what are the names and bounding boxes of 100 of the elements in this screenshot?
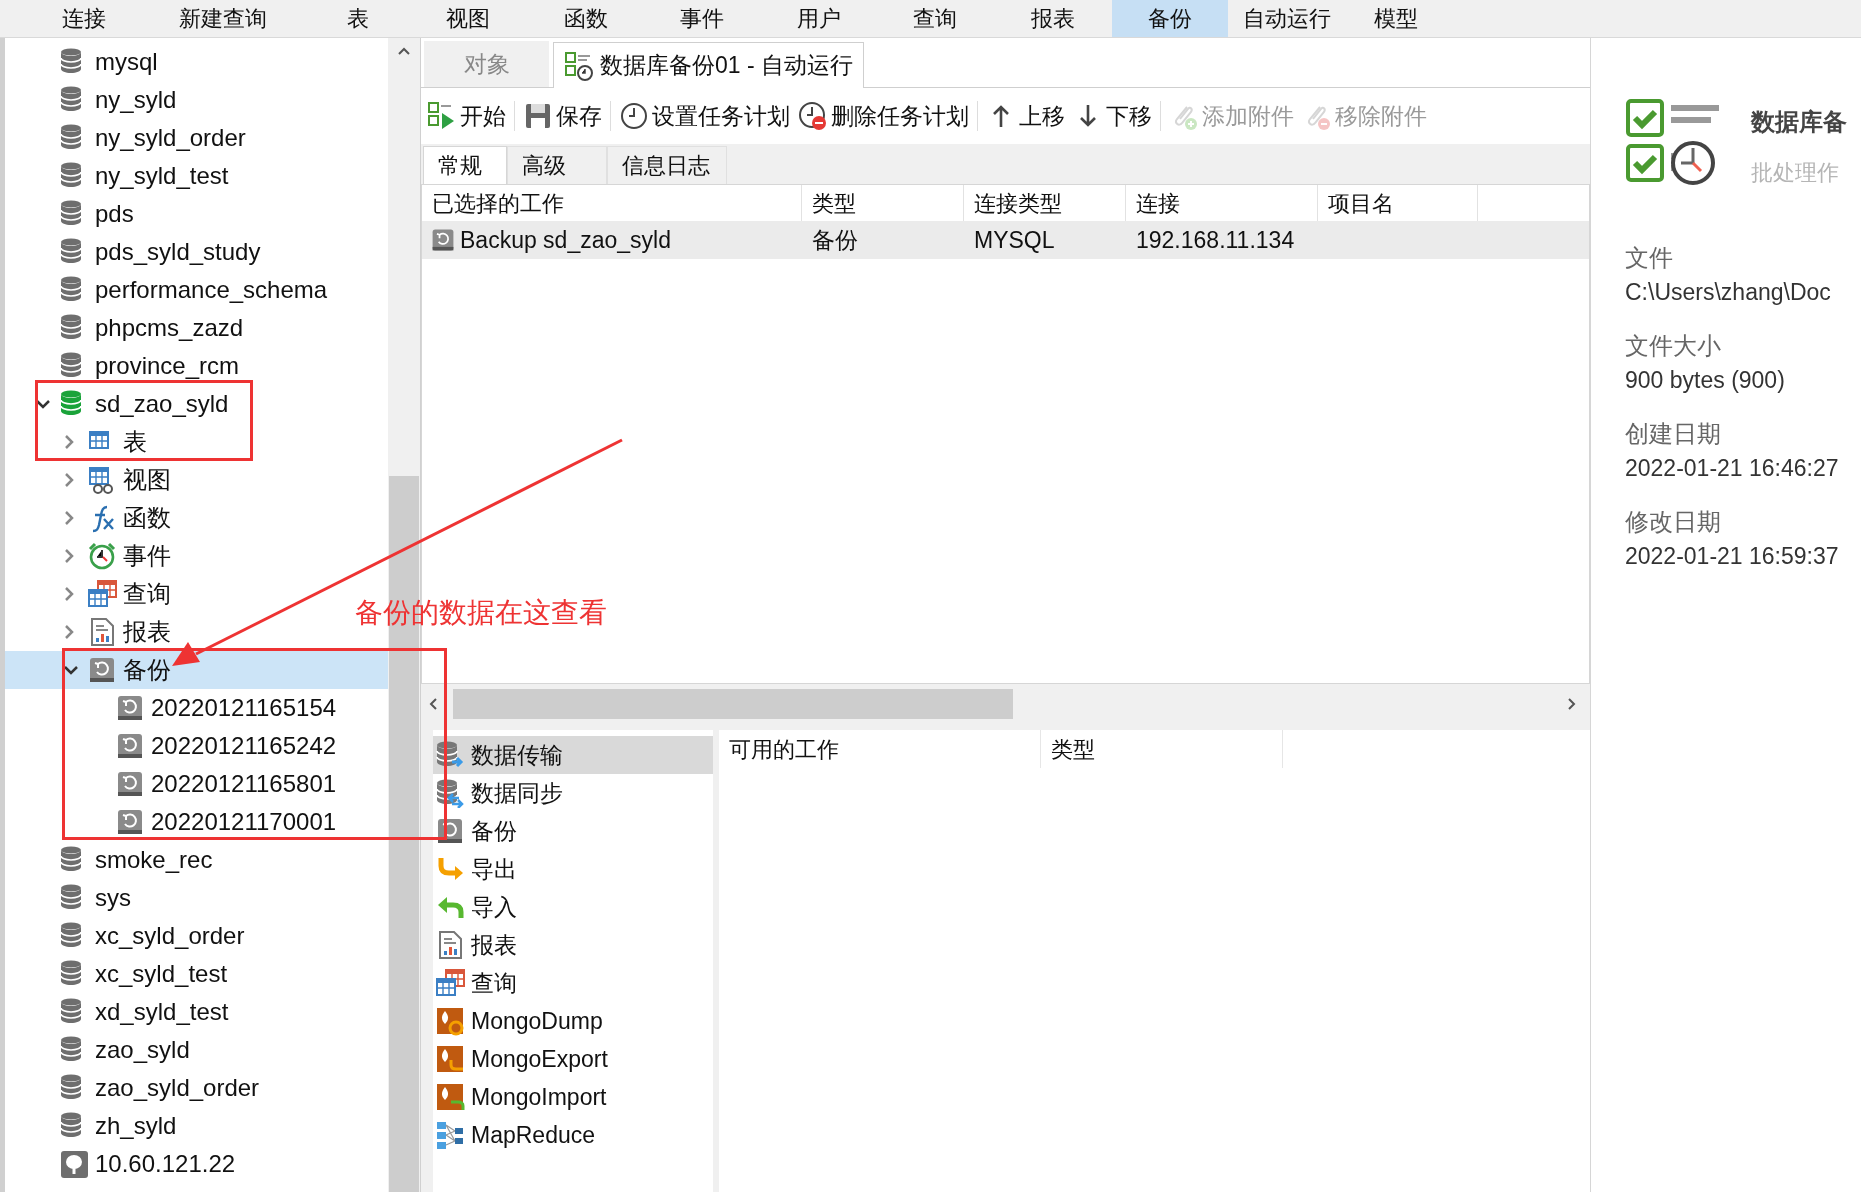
tree-item[interactable]: zh_syld — [5, 1107, 181, 1145]
tree-item[interactable]: 函数 — [5, 499, 175, 537]
tree-item[interactable]: 备份 — [5, 651, 388, 689]
clock-remove-icon — [798, 101, 828, 131]
toolbar-button[interactable]: 下移 — [1069, 94, 1156, 138]
tree-item[interactable]: smoke_rec — [5, 841, 217, 879]
chevron-right-icon[interactable] — [63, 586, 75, 602]
chevron-down-icon[interactable] — [63, 664, 79, 676]
toolbar-button[interactable]: 保存 — [519, 94, 606, 138]
list-item[interactable]: 导出 — [433, 850, 713, 888]
backup-icon — [115, 769, 145, 799]
tree-item[interactable]: pds_syld_study — [5, 233, 265, 271]
menu-item[interactable]: 自动运行 — [1228, 0, 1346, 37]
tree-item[interactable]: 报表 — [5, 613, 175, 651]
tree-item[interactable]: sd_zao_syld — [5, 385, 233, 423]
checklist-clock-icon — [564, 50, 594, 81]
clock-icon — [619, 101, 649, 131]
panel-subtitle: 批处理作 — [1751, 159, 1840, 187]
list-item[interactable]: 查询 — [433, 964, 713, 1002]
chevron-right-icon[interactable] — [63, 624, 75, 640]
menu-item[interactable]: 报表 — [994, 0, 1112, 37]
list-item[interactable]: 数据传输 — [433, 736, 713, 774]
menu-item[interactable]: 事件 — [643, 0, 761, 37]
tree-item[interactable]: xc_syld_test — [5, 955, 232, 993]
tree-item[interactable]: ny_syld_test — [5, 157, 233, 195]
tree-item[interactable]: mysql — [5, 43, 162, 81]
query-grid-icon — [87, 579, 117, 609]
scroll-left-icon[interactable] — [427, 696, 439, 712]
tab[interactable]: 数据库备份01 - 自动运行 — [553, 42, 865, 88]
menu-item[interactable]: 新建查询 — [138, 0, 308, 37]
list-item[interactable]: MongoExport — [433, 1040, 713, 1078]
tree-item[interactable]: xd_syld_test — [5, 993, 233, 1031]
list-item[interactable]: 数据同步 — [433, 774, 713, 812]
menu-item[interactable]: 用户 — [761, 0, 876, 37]
table-row[interactable]: Backup sd_zao_syld 备份 MYSQL 192.168.11.134 — [422, 221, 1589, 259]
tree-item[interactable]: ny_syld — [5, 81, 181, 119]
tab[interactable]: 常规 — [423, 146, 507, 184]
tree-item[interactable]: 20220121165801 — [5, 765, 341, 803]
backup-icon — [115, 731, 145, 761]
menu-item[interactable]: 视图 — [408, 0, 528, 37]
chevron-right-icon[interactable] — [63, 472, 75, 488]
list-item[interactable]: 备份 — [433, 812, 713, 850]
tree-item[interactable]: zao_syld — [5, 1031, 194, 1069]
menu-item[interactable]: 备份 — [1112, 0, 1228, 37]
panel-title: 数据库备 — [1751, 107, 1847, 137]
chevron-right-icon[interactable] — [63, 434, 75, 450]
list-item[interactable]: MapReduce — [433, 1116, 713, 1154]
column-header[interactable]: 类型 — [1041, 730, 1283, 768]
chevron-down-icon[interactable] — [35, 398, 51, 410]
menu-item[interactable]: 查询 — [876, 0, 994, 37]
menu-item[interactable]: 连接 — [30, 0, 138, 37]
chevron-right-icon[interactable] — [63, 548, 75, 564]
tree-item[interactable]: ny_syld_order — [5, 119, 250, 157]
tab[interactable]: 信息日志 — [607, 146, 727, 184]
tree-item[interactable]: 查询 — [5, 575, 175, 613]
tree-item[interactable]: 视图 — [5, 461, 175, 499]
list-item[interactable]: 导入 — [433, 888, 713, 926]
backup-icon — [87, 655, 117, 685]
backup-icon — [430, 227, 456, 253]
field-label: 修改日期 — [1625, 507, 1722, 537]
table-cell-text: 192.168.11.134 — [1135, 225, 1296, 255]
backup-icon — [115, 693, 145, 723]
scroll-up-icon[interactable] — [397, 46, 411, 56]
tree-item[interactable]: 表 — [5, 423, 151, 461]
list-item[interactable]: MongoImport — [433, 1078, 713, 1116]
tree-item[interactable]: 20220121165154 — [5, 689, 341, 727]
mapreduce-icon — [435, 1120, 465, 1150]
tree-item[interactable]: zao_syld_order — [5, 1069, 264, 1107]
tree-item[interactable]: phpcms_zazd — [5, 309, 248, 347]
tree-item[interactable]: 20220121170001 — [5, 803, 341, 841]
field-label: 文件大小 — [1625, 331, 1722, 361]
field-value: 2022-01-21 16:46:27 — [1625, 454, 1840, 483]
toolbar-button[interactable]: 开始 — [423, 94, 510, 138]
menu-item[interactable]: 模型 — [1346, 0, 1446, 37]
tree-item[interactable]: performance_schema — [5, 271, 332, 309]
tree-item[interactable]: sys — [5, 879, 135, 917]
tree-item[interactable]: 20220121165242 — [5, 727, 341, 765]
table-cell: Backup sd_zao_syld — [422, 221, 802, 259]
toolbar-button[interactable]: 删除任务计划 — [794, 94, 973, 138]
tree-item[interactable]: pds — [5, 195, 138, 233]
tree-item[interactable]: xc_syld_order — [5, 917, 249, 955]
scroll-right-icon[interactable] — [1566, 696, 1578, 712]
chevron-right-icon[interactable] — [63, 510, 75, 526]
tree-item[interactable]: province_rcm — [5, 347, 244, 385]
tree-item[interactable]: 事件 — [5, 537, 175, 575]
checklist-clock-icon — [1625, 98, 1721, 186]
tree-item[interactable]: 10.60.121.22 — [5, 1145, 240, 1183]
toolbar-button[interactable]: 设置任务计划 — [615, 94, 794, 138]
menu-item[interactable]: 函数 — [528, 0, 643, 37]
toolbar-button[interactable]: 上移 — [982, 94, 1069, 138]
field-label: 文件 — [1625, 243, 1674, 273]
list-item[interactable]: 报表 — [433, 926, 713, 964]
field-value: C:\Users\zhang\Doc — [1625, 278, 1832, 307]
menu-item[interactable]: 表 — [308, 0, 408, 37]
annotation-text: 备份的数据在这查看 — [355, 596, 607, 630]
field-value: 900 bytes (900) — [1625, 366, 1786, 395]
column-header[interactable]: 可用的工作 — [719, 730, 1041, 768]
scrollbar-thumb[interactable] — [453, 689, 1013, 719]
tab[interactable]: 高级 — [507, 146, 607, 184]
list-item[interactable]: MongoDump — [433, 1002, 713, 1040]
